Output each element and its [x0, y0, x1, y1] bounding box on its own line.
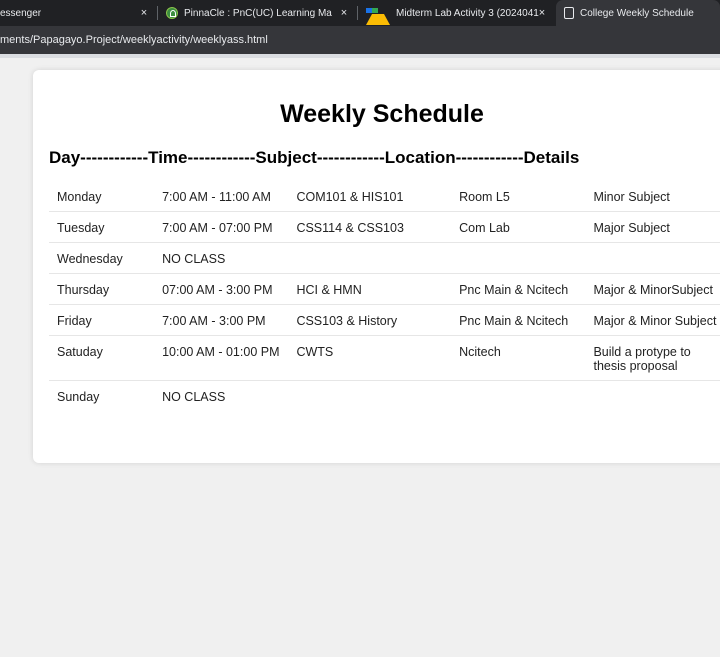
details-cell — [585, 381, 720, 412]
time-cell: 7:00 AM - 3:00 PM — [154, 304, 289, 336]
subject-cell — [288, 381, 451, 412]
tab-midterm-lab[interactable]: Midterm Lab Activity 3 (2024041 × — [358, 0, 556, 26]
subject-cell — [288, 242, 452, 274]
tab-title: PinnaCle : PnC(UC) Learning Ma — [184, 7, 332, 19]
day-cell: Thursday — [49, 273, 155, 305]
tab-pinnacle[interactable]: PinnaCle : PnC(UC) Learning Ma × — [158, 0, 358, 26]
schedule-card: Weekly Schedule Day------------Time-----… — [33, 70, 720, 463]
details-cell: Major & Minor Subject — [585, 304, 720, 336]
tab-title: Midterm Lab Activity 3 (2024041 — [396, 7, 539, 19]
day-cell: Friday — [49, 304, 155, 336]
time-cell: NO CLASS — [154, 242, 289, 274]
table-row: Satuday 10:00 AM - 01:00 PM CWTS Ncitech… — [49, 335, 720, 381]
day-cell: Tuesday — [49, 211, 155, 243]
address-url[interactable]: ments/Papagayo.Project/weeklyactivity/we… — [0, 34, 268, 46]
day-cell: Sunday — [57, 390, 100, 404]
table-row: Thursday 07:00 AM - 3:00 PM HCI & HMN Pn… — [49, 273, 720, 305]
tab-title: College Weekly Schedule — [580, 7, 694, 19]
time-cell: 10:00 AM - 01:00 PM — [154, 335, 289, 381]
day-cell: Wednesday — [49, 242, 155, 274]
time-cell: 07:00 AM - 3:00 PM — [154, 273, 289, 305]
day-cell: Satuday — [49, 335, 155, 381]
time-cell: 7:00 AM - 07:00 PM — [154, 211, 289, 243]
pinnacle-icon — [166, 7, 178, 19]
location-cell: Ncitech — [451, 335, 586, 381]
subject-cell: CSS103 & History — [288, 304, 452, 336]
location-cell: Pnc Main & Ncitech — [451, 273, 586, 305]
address-bar[interactable]: ments/Papagayo.Project/weeklyactivity/we… — [0, 26, 720, 54]
subject-cell: COM101 & HIS101 — [288, 181, 452, 212]
tab-college-weekly-schedule[interactable]: College Weekly Schedule — [556, 0, 720, 26]
close-icon[interactable]: × — [138, 6, 150, 20]
document-icon — [564, 7, 574, 19]
time-cell: 7:00 AM - 11:00 AM — [154, 181, 289, 212]
browser-tab-strip: essenger × PinnaCle : PnC(UC) Learning M… — [0, 0, 720, 26]
column-header: Day------------Time------------Subject--… — [49, 148, 580, 167]
subject-cell: HCI & HMN — [288, 273, 452, 305]
subject-cell: CWTS — [288, 335, 452, 381]
details-cell: Build a protype to thesis proposal — [585, 335, 720, 381]
location-cell — [451, 242, 586, 274]
details-cell — [585, 242, 720, 274]
subject-cell: CSS114 & CSS103 — [288, 211, 452, 243]
schedule-table: Monday 7:00 AM - 11:00 AM COM101 & HIS10… — [49, 181, 720, 411]
location-cell: Room L5 — [451, 181, 586, 212]
details-cell: Major Subject — [585, 211, 720, 243]
page-title: Weekly Schedule — [280, 100, 484, 128]
table-row: Tuesday 7:00 AM - 07:00 PM CSS114 & CSS1… — [49, 211, 720, 243]
close-icon[interactable]: × — [338, 6, 350, 20]
table-row: Wednesday NO CLASS — [49, 242, 720, 274]
details-cell: Minor Subject — [585, 181, 720, 212]
table-row: Friday 7:00 AM - 3:00 PM CSS103 & Histor… — [49, 304, 720, 336]
location-cell: Pnc Main & Ncitech — [451, 304, 586, 336]
location-cell — [451, 381, 585, 412]
tab-title: essenger — [0, 7, 42, 19]
table-row: Monday 7:00 AM - 11:00 AM COM101 & HIS10… — [49, 181, 720, 212]
location-cell: Com Lab — [451, 211, 586, 243]
close-icon[interactable]: × — [536, 6, 548, 20]
details-cell: Major & MinorSubject — [585, 273, 720, 305]
google-drive-icon — [366, 2, 390, 25]
day-cell: Monday — [49, 181, 155, 212]
toolbar-divider — [0, 54, 720, 58]
time-cell: NO CLASS — [162, 390, 226, 404]
tab-messenger[interactable]: essenger × — [0, 0, 158, 26]
table-row: Sunday NO CLASS — [49, 381, 720, 412]
